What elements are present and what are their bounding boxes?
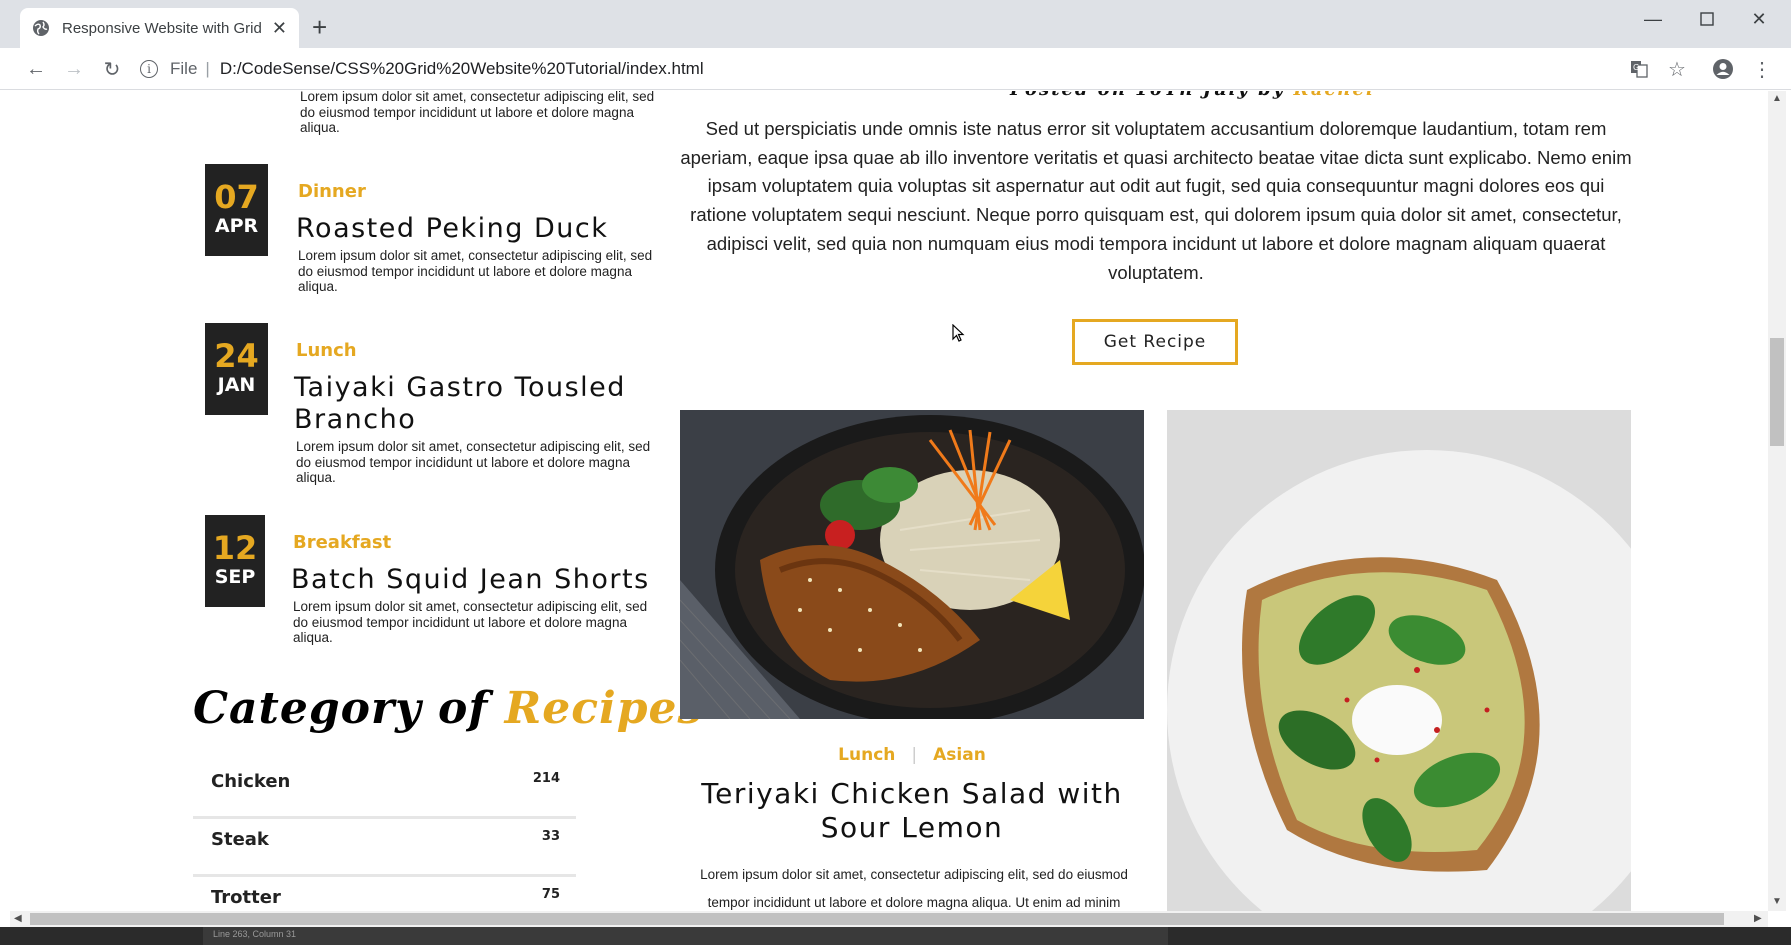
date-badge: 24 JAN <box>205 323 268 415</box>
card-category-asian[interactable]: Asian <box>933 745 986 765</box>
post-excerpt: Lorem ipsum dolor sit amet, consectetur … <box>296 439 651 485</box>
categories-heading-accent: Recipes <box>504 683 704 734</box>
background-editor-strip: Line 263, Column 31 <box>0 927 1791 945</box>
category-item[interactable]: Chicken 214 <box>193 761 576 819</box>
category-item[interactable]: Steak 33 <box>193 819 576 877</box>
card-category-lunch[interactable]: Lunch <box>838 745 895 765</box>
post-category[interactable]: Lunch <box>296 340 357 361</box>
post-category[interactable]: Breakfast <box>293 532 391 553</box>
scroll-down-icon[interactable]: ▼ <box>1772 896 1782 907</box>
info-icon[interactable]: i <box>140 60 158 78</box>
post-category[interactable]: Dinner <box>298 181 366 202</box>
address-separator: | <box>205 59 210 78</box>
maximize-icon[interactable] <box>1682 4 1732 34</box>
date-month: SEP <box>214 566 256 588</box>
teriyaki-salad-photo[interactable] <box>680 410 1144 719</box>
date-month: JAN <box>217 374 256 396</box>
tab-title: Responsive Website with Grid La <box>62 19 262 37</box>
bookmark-star-icon[interactable]: ☆ <box>1665 57 1689 81</box>
post-excerpt: Lorem ipsum dolor sit amet, consectetur … <box>293 599 648 645</box>
category-name: Steak <box>211 829 269 850</box>
post-title[interactable]: Roasted Peking Duck <box>296 213 646 245</box>
article-body: Sed ut perspiciatis unde omnis iste natu… <box>680 118 1632 283</box>
page-viewport: Lorem ipsum dolor sit amet, consectetur … <box>10 91 1768 911</box>
post-title[interactable]: Taiyaki Gastro Tousled Brancho <box>294 372 644 436</box>
category-separator: | <box>911 745 918 765</box>
date-day: 24 <box>214 337 259 375</box>
category-name: Trotter <box>211 887 281 908</box>
date-day: 07 <box>214 178 259 216</box>
globe-icon <box>33 20 49 36</box>
posted-meta: Posted on 16Th July by Rachel <box>1010 91 1373 100</box>
post-title[interactable]: Batch Squid Jean Shorts <box>291 564 651 596</box>
browser-window: Responsive Website with Grid La ✕ + — ✕ … <box>0 0 1791 945</box>
card-excerpt: Lorem ipsum dolor sit amet, consectetur … <box>700 867 1128 910</box>
horizontal-scrollbar[interactable]: ◀ ▶ <box>10 911 1768 927</box>
post-excerpt: Lorem ipsum dolor sit amet, consectetur … <box>298 248 653 294</box>
posted-date: Posted on 16Th July by <box>1010 91 1285 100</box>
close-window-icon[interactable]: ✕ <box>1734 4 1784 34</box>
card-title[interactable]: Teriyaki Chicken Salad with Sour Lemon <box>680 777 1144 845</box>
minimize-icon[interactable]: — <box>1628 4 1678 34</box>
editor-status-text: Line 263, Column 31 <box>213 929 297 939</box>
editor-status-bar: Line 263, Column 31 <box>203 927 1168 945</box>
date-badge: 12 SEP <box>205 515 265 607</box>
scroll-left-icon[interactable]: ◀ <box>14 913 22 924</box>
forward-arrow-icon[interactable]: → <box>60 56 88 82</box>
address-bar[interactable]: i File | D:/CodeSense/CSS%20Grid%20Websi… <box>140 54 1620 84</box>
post-excerpt: Lorem ipsum dolor sit amet, consectetur … <box>300 91 655 135</box>
new-tab-button[interactable]: + <box>312 12 327 42</box>
category-item[interactable]: Trotter 75 <box>193 877 576 911</box>
categories-heading-text: Category of <box>193 683 489 734</box>
address-url: D:/CodeSense/CSS%20Grid%20Website%20Tuto… <box>219 59 704 78</box>
profile-icon[interactable] <box>1711 57 1735 81</box>
browser-tab[interactable]: Responsive Website with Grid La ✕ <box>20 8 299 48</box>
date-day: 12 <box>212 529 258 567</box>
svg-text:G: G <box>1633 63 1639 72</box>
menu-dots-icon[interactable]: ⋮ <box>1750 57 1774 81</box>
mouse-pointer-icon <box>952 324 965 342</box>
category-name: Chicken <box>211 771 291 792</box>
author-link[interactable]: Rachel <box>1293 91 1374 100</box>
category-count: 214 <box>532 771 560 786</box>
back-arrow-icon[interactable]: ← <box>22 56 50 82</box>
browser-toolbar: ← → ↻ i File | D:/CodeSense/CSS%20Grid%2… <box>0 48 1791 90</box>
card-categories: Lunch | Asian <box>680 745 1144 765</box>
tab-strip: Responsive Website with Grid La ✕ + — ✕ <box>0 0 1791 48</box>
get-recipe-button[interactable]: Get Recipe <box>1072 319 1238 365</box>
vertical-scroll-thumb[interactable] <box>1770 338 1784 446</box>
reload-icon[interactable]: ↻ <box>98 56 126 82</box>
date-month: APR <box>214 215 259 237</box>
horizontal-scroll-thumb[interactable] <box>30 913 1724 925</box>
address-scheme: File <box>170 59 198 78</box>
category-count: 33 <box>541 829 560 844</box>
scroll-right-icon[interactable]: ▶ <box>1754 913 1762 924</box>
translate-icon[interactable]: G <box>1627 57 1651 81</box>
categories-heading: Category of Recipes <box>193 683 703 734</box>
avocado-toast-photo[interactable] <box>1167 410 1631 911</box>
date-badge: 07 APR <box>205 164 268 256</box>
scroll-up-icon[interactable]: ▲ <box>1772 93 1782 104</box>
tab-close-icon[interactable]: ✕ <box>272 18 287 39</box>
category-count: 75 <box>541 887 560 902</box>
vertical-scrollbar[interactable]: ▲ ▼ <box>1768 91 1786 911</box>
